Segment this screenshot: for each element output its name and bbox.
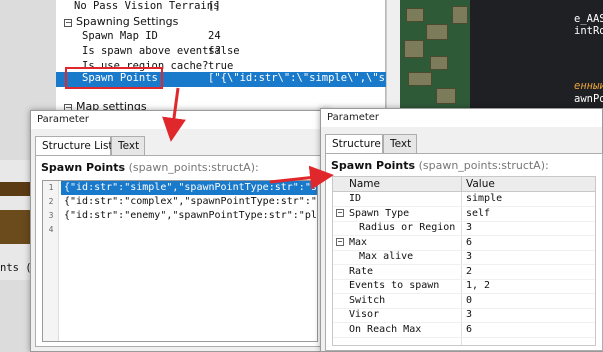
scrollbar[interactable] [386, 0, 400, 110]
param-name: No Pass Vision Terrains [74, 0, 220, 12]
grid-row[interactable]: Events to spawn 1, 2 [333, 279, 595, 294]
code-line[interactable]: {"id:str":"simple","spawnPointType:str":… [61, 181, 317, 195]
line-number: 4 [48, 225, 54, 234]
code-line[interactable]: {"id:str":"enemy","spawnPointType:str":"… [61, 209, 317, 223]
row-value[interactable]: 6 [466, 324, 472, 335]
row-value[interactable]: 3 [466, 251, 472, 262]
param-value: [] [208, 0, 221, 12]
property-grid: Name Value ID simple − Spawn Type self Radius… [332, 176, 596, 346]
grid-row[interactable]: Switch 0 [333, 294, 595, 309]
grid-row[interactable]: Radius or Region 3 [333, 221, 595, 236]
row-value[interactable]: 2 [466, 266, 472, 277]
code-editor-background: e_AAS intRo енныи awnPo [470, 0, 603, 112]
tab-structure[interactable]: Structure [325, 134, 383, 155]
param-value: false [208, 45, 240, 57]
param-value: true [208, 60, 234, 72]
param-name: Spawn Map ID [82, 30, 158, 42]
tab-text[interactable]: Text [383, 134, 417, 154]
tab-content: Spawn Points (spawn_points:structA): Nam… [325, 153, 603, 351]
line-number: 3 [48, 211, 54, 220]
tab-text[interactable]: Text [111, 136, 145, 156]
code-line: e_AAS [574, 13, 603, 25]
code-line: енныи [574, 80, 603, 92]
collapse-icon[interactable]: − [64, 19, 72, 27]
row-name: Events to spawn [349, 280, 440, 291]
parameter-window-left: Parameter Structure List Text Spawn Poin… [30, 110, 330, 352]
tab-content: Spawn Points (spawn_points:structA): 1 2… [35, 155, 325, 347]
struct-label: Spawn Points (spawn_points:structA): [331, 159, 549, 172]
tab-structure-list[interactable]: Structure List [35, 136, 113, 157]
row-value[interactable]: 1, 2 [466, 280, 490, 291]
row-name: Switch [349, 294, 386, 306]
grid-header: Name Value [333, 177, 595, 192]
row-name: Visor [349, 309, 380, 320]
row-name: Max alive [359, 251, 414, 262]
grid-row[interactable]: − Spawn Type self [333, 207, 595, 222]
row-value[interactable]: 6 [466, 237, 472, 248]
row-name: ID [349, 193, 362, 204]
grid-row[interactable]: − Max 6 [333, 236, 595, 251]
code-line[interactable] [61, 223, 64, 237]
row-name: Max [349, 236, 368, 248]
grid-row[interactable]: ID simple [333, 192, 595, 207]
row-value[interactable]: 3 [466, 222, 472, 233]
param-group-label: − Spawning Settings [64, 15, 179, 28]
grid-row[interactable]: Rate 2 [333, 265, 595, 280]
code-line: awnPo [574, 93, 603, 105]
row-value[interactable]: simple [466, 193, 502, 204]
map-preview [400, 0, 470, 112]
collapse-icon[interactable]: − [336, 237, 344, 246]
grid-row[interactable]: Visor 3 [333, 308, 595, 323]
row-name: Rate [349, 265, 374, 277]
window-title: Parameter [31, 111, 329, 129]
struct-label: Spawn Points (spawn_points:structA): [41, 161, 259, 174]
tab-bar: Structure Text [325, 134, 601, 155]
column-header-value: Value [466, 178, 495, 190]
line-number: 2 [48, 197, 54, 206]
param-row-spawn-map-id[interactable]: Spawn Map ID 24 [56, 30, 386, 45]
window-title: Parameter [321, 109, 602, 127]
row-name: Radius or Region [359, 222, 456, 233]
row-name: Spawn Type [349, 207, 410, 219]
param-name: Is spawn above events? [82, 45, 222, 57]
param-row-no-pass-vision[interactable]: No Pass Vision Terrains [] [56, 0, 386, 15]
tab-bar: Structure List Text [35, 136, 327, 157]
grid-row[interactable]: On Reach Max 6 [333, 323, 595, 338]
param-value: 24 [208, 30, 221, 42]
code-line: intRo [574, 25, 603, 37]
line-gutter: 1 2 3 4 [43, 181, 59, 341]
highlight-box [65, 67, 163, 89]
column-header-name: Name [349, 178, 380, 190]
param-row-spawn-above-events[interactable]: Is spawn above events? false [56, 45, 386, 60]
line-number: 1 [48, 183, 54, 192]
param-group-spawning-settings[interactable]: − Spawning Settings [56, 15, 386, 30]
grid-row[interactable]: Max alive 3 [333, 250, 595, 265]
code-line[interactable]: {"id:str":"complex","spawnPointType:str"… [61, 195, 317, 209]
row-value[interactable]: 0 [466, 295, 472, 306]
row-value[interactable]: 3 [466, 309, 472, 320]
row-name: On Reach Max [349, 323, 422, 335]
parameter-window-right: Parameter Structure Text Spawn Points (s… [320, 108, 603, 352]
row-value[interactable]: self [466, 208, 490, 219]
collapse-icon[interactable]: − [336, 208, 344, 217]
struct-list-editor[interactable]: 1 2 3 4 {"id:str":"simple","spawnPointTy… [42, 180, 318, 342]
plugin-parameter-list: No Pass Vision Terrains [] − Spawning Set… [56, 0, 417, 113]
